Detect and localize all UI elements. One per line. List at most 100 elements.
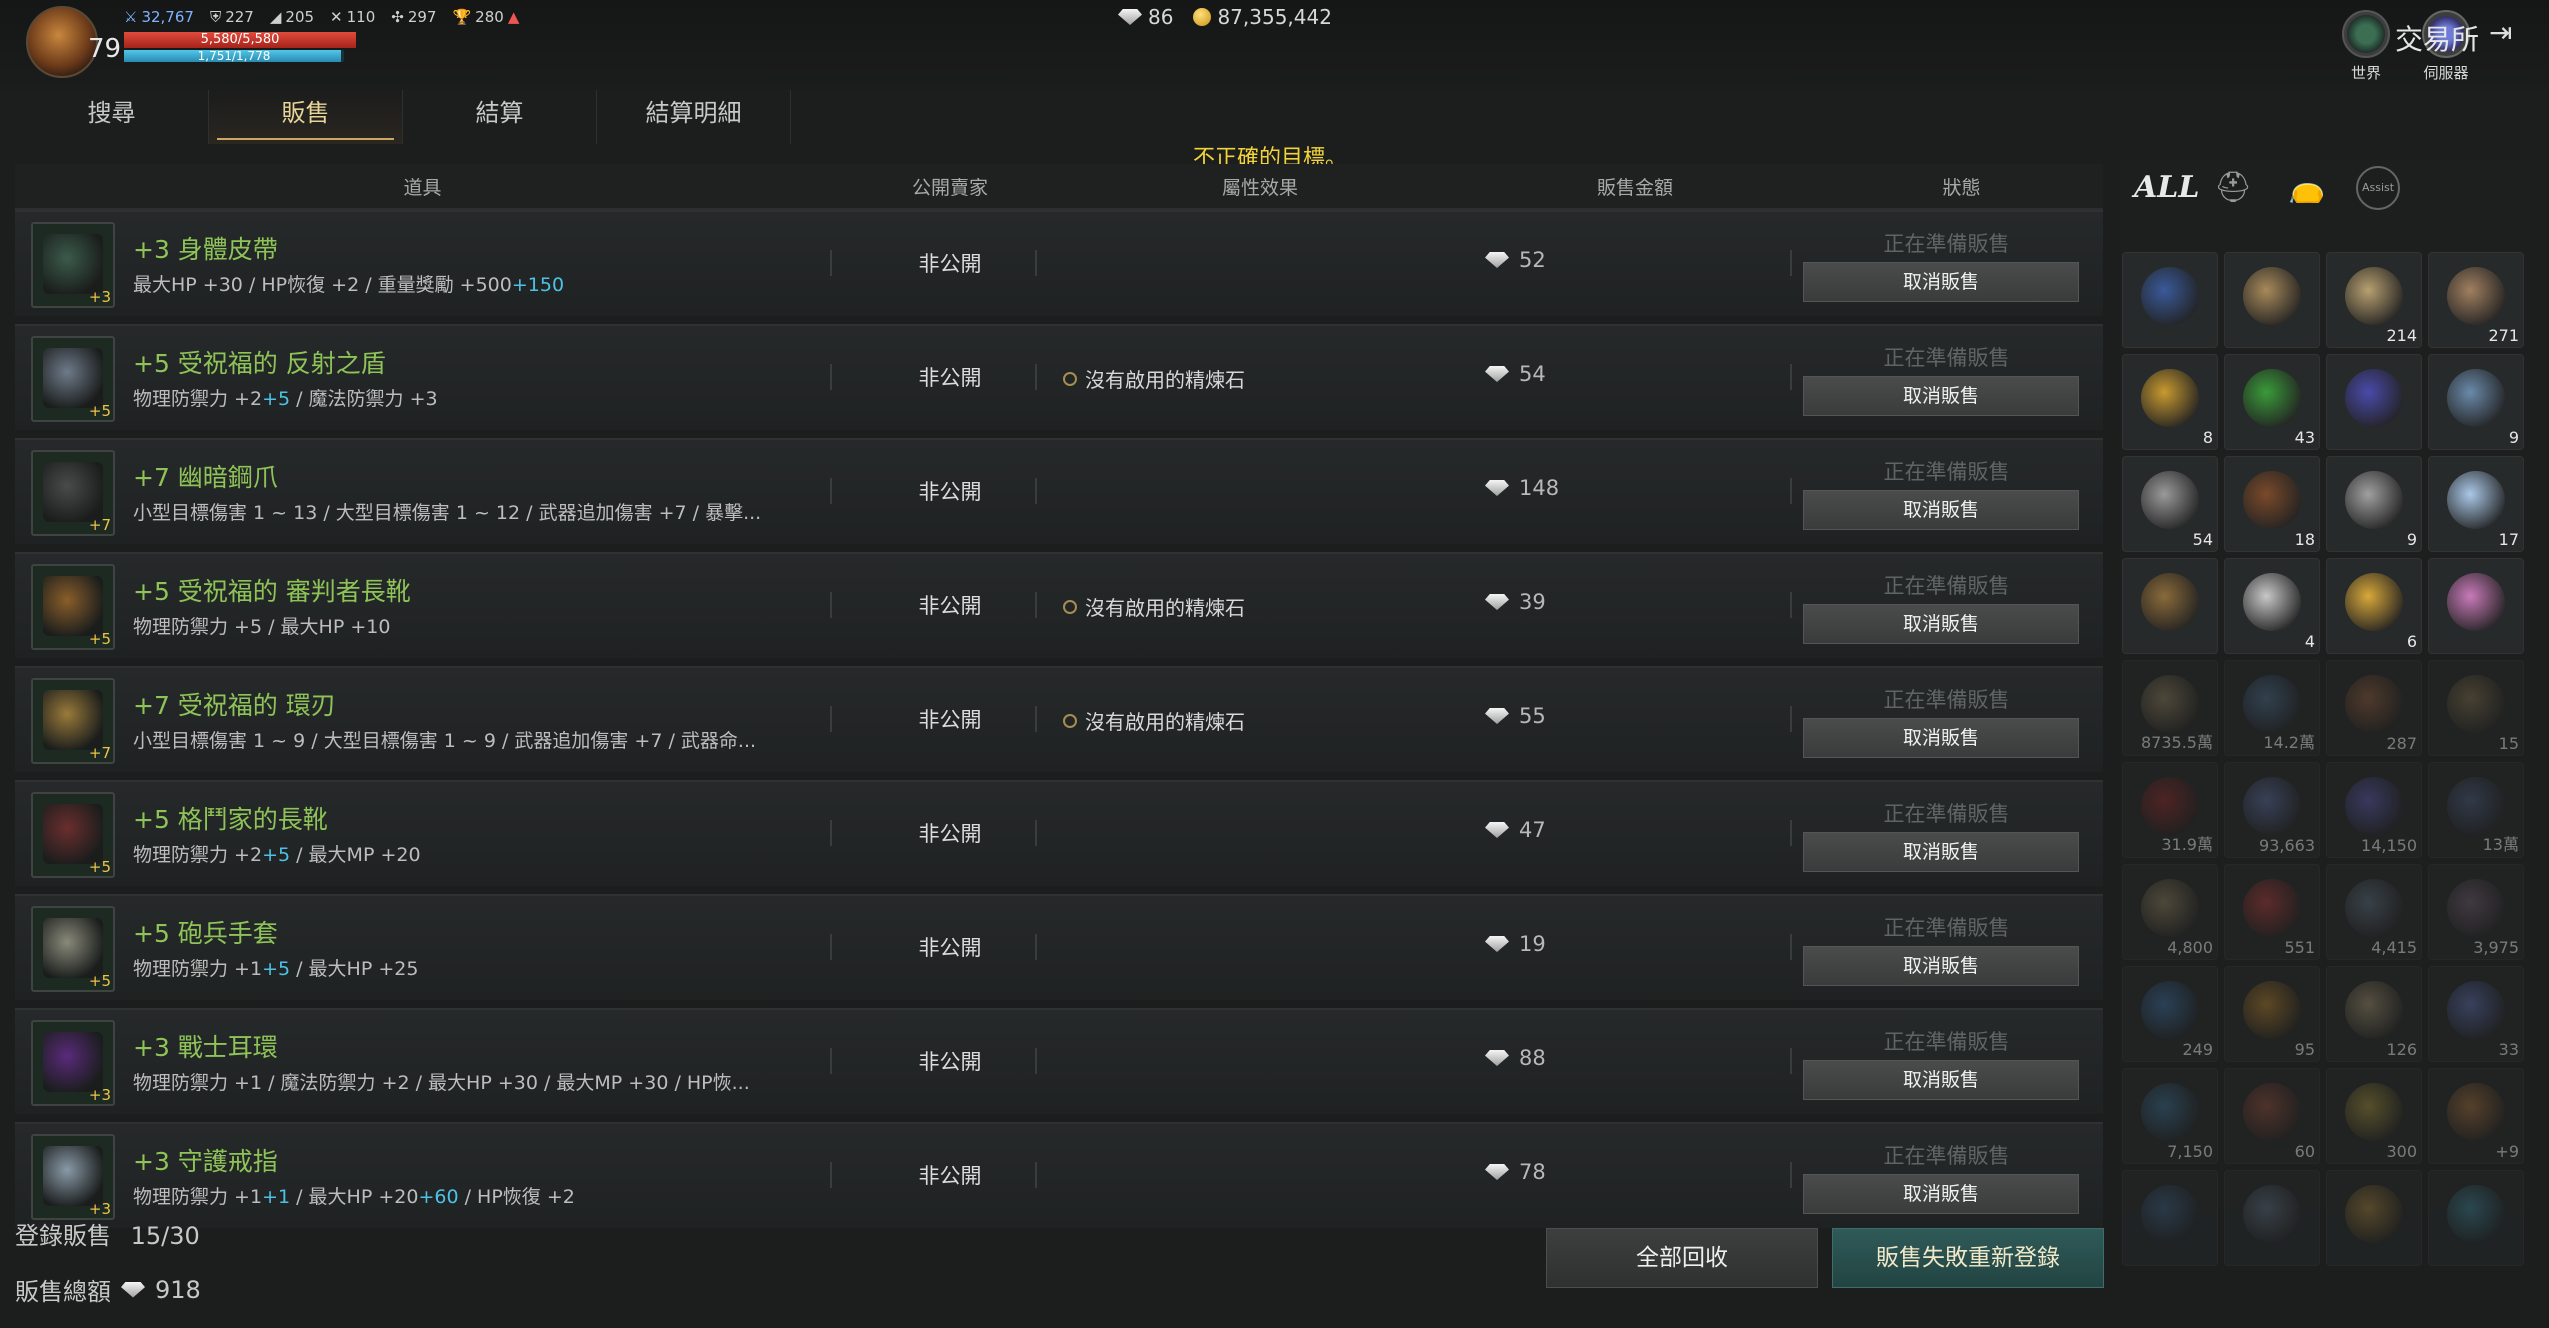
item-icon-box[interactable]: +5 — [31, 336, 115, 422]
item-desc-text: 物理防禦力 +2 — [133, 844, 263, 866]
cancel-sale-button[interactable]: 取消販售 — [1803, 262, 2079, 302]
price-value: 88 — [1519, 1046, 1546, 1070]
inventory-slot[interactable]: 3,975 — [2428, 864, 2524, 960]
item-icon-box[interactable]: +5 — [31, 792, 115, 878]
header-status: 狀態 — [1942, 176, 1981, 199]
inventory-slot[interactable]: 551 — [2224, 864, 2320, 960]
inventory-slot[interactable]: 33 — [2428, 966, 2524, 1062]
table-row[interactable]: +5 +5 格鬥家的長靴 物理防禦力 +2+5 / 最大MP +20 非公開 47 正在準… — [15, 780, 2103, 886]
inventory-slot[interactable] — [2326, 1170, 2422, 1266]
diamond-icon — [1485, 252, 1509, 268]
world-button[interactable]: 世界 — [2331, 10, 2401, 83]
dark-shard-b-icon — [2447, 879, 2505, 937]
inventory-tab-all[interactable]: ALL — [2134, 163, 2199, 213]
item-desc-bonus: +1 — [262, 1186, 291, 1208]
inventory-slot[interactable]: 6 — [2326, 558, 2422, 654]
cancel-sale-button[interactable]: 取消販售 — [1803, 832, 2079, 872]
inventory-slot[interactable] — [2224, 1170, 2320, 1266]
table-row[interactable]: +3 +3 戰士耳環 物理防禦力 +1 / 魔法防禦力 +2 / 最大HP +30 … — [15, 1008, 2103, 1114]
tab-bar: 搜尋 販售 結算 結算明細 — [15, 90, 791, 146]
inventory-slot[interactable]: 4,800 — [2122, 864, 2218, 960]
recall-all-button[interactable]: 全部回收 — [1546, 1228, 1818, 1288]
table-row[interactable]: +5 +5 受祝福的 反射之盾 物理防禦力 +2+5 / 魔法防禦力 +3 非公開 沒有… — [15, 324, 2103, 430]
item-icon-box[interactable]: +5 — [31, 906, 115, 992]
item-icon-box[interactable]: +5 — [31, 564, 115, 650]
tab-settlement[interactable]: 結算 — [403, 90, 597, 144]
total-value: 918 — [155, 1275, 201, 1304]
inventory-slot[interactable]: 60 — [2224, 1068, 2320, 1164]
inventory-slot[interactable] — [2224, 252, 2320, 348]
inventory-slot[interactable] — [2326, 354, 2422, 450]
inventory-slot[interactable]: 4,415 — [2326, 864, 2422, 960]
cancel-sale-button[interactable]: 取消販售 — [1803, 376, 2079, 416]
status-text: 正在準備販售 — [1883, 574, 2010, 598]
table-row[interactable]: +7 +7 幽暗鋼爪 小型目標傷害 1 ~ 13 / 大型目標傷害 1 ~ 12 /… — [15, 438, 2103, 544]
table-row[interactable]: +3 +3 守護戒指 物理防禦力 +1+1 / 最大HP +20+60 / HP恢復… — [15, 1122, 2103, 1228]
tab-sell[interactable]: 販售 — [209, 90, 403, 144]
inventory-slot[interactable]: 214 — [2326, 252, 2422, 348]
inventory-slot[interactable]: 15 — [2428, 660, 2524, 756]
item-icon-box[interactable]: +3 — [31, 1020, 115, 1106]
seller-visibility: 非公開 — [918, 822, 982, 846]
inventory-tab-assist[interactable]: Assist — [2356, 166, 2400, 210]
exit-icon[interactable]: ⇥ — [2489, 18, 2519, 48]
inventory-slot[interactable]: 9 — [2326, 456, 2422, 552]
table-row[interactable]: +5 +5 受祝福的 審判者長靴 物理防禦力 +5 / 最大HP +10 非公開 沒有啟… — [15, 552, 2103, 658]
relist-failed-button[interactable]: 販售失敗重新登錄 — [1832, 1228, 2104, 1288]
item-name: +5 受祝福的 反射之盾 — [133, 349, 386, 378]
inventory-slot[interactable]: 271 — [2428, 252, 2524, 348]
status-text: 正在準備販售 — [1883, 802, 2010, 826]
inventory-slot[interactable]: 17 — [2428, 456, 2524, 552]
inventory-slot[interactable]: 54 — [2122, 456, 2218, 552]
world-icon — [2342, 10, 2390, 58]
inventory-slot[interactable]: 300 — [2326, 1068, 2422, 1164]
inventory-slot[interactable]: 8 — [2122, 354, 2218, 450]
inventory-slot[interactable]: 43 — [2224, 354, 2320, 450]
inventory-slot[interactable]: 126 — [2326, 966, 2422, 1062]
coin-pile-icon — [2141, 675, 2199, 733]
item-icon-box[interactable]: +3 — [31, 1134, 115, 1220]
tab-settlement-details[interactable]: 結算明細 — [597, 90, 791, 144]
inventory-slot[interactable]: 13萬 — [2428, 762, 2524, 858]
inventory-slot[interactable]: 249 — [2122, 966, 2218, 1062]
table-row[interactable]: +7 +7 受祝福的 環刃 小型目標傷害 1 ~ 9 / 大型目標傷害 1 ~ 9 … — [15, 666, 2103, 772]
inventory-slot[interactable]: 31.9萬 — [2122, 762, 2218, 858]
inventory-slot[interactable]: 14.2萬 — [2224, 660, 2320, 756]
inventory-slot[interactable]: 14,150 — [2326, 762, 2422, 858]
cancel-sale-button[interactable]: 取消販售 — [1803, 604, 2079, 644]
cancel-sale-button[interactable]: 取消販售 — [1803, 1060, 2079, 1100]
helmet-icon[interactable]: ⛑ — [2208, 163, 2258, 213]
inventory-slot[interactable] — [2122, 252, 2218, 348]
cancel-sale-button[interactable]: 取消販售 — [1803, 946, 2079, 986]
inventory-slot[interactable] — [2122, 1170, 2218, 1266]
sell-price: 54 — [1485, 362, 1546, 386]
inventory-slot[interactable]: 8735.5萬 — [2122, 660, 2218, 756]
tab-search[interactable]: 搜尋 — [15, 90, 209, 144]
inventory-slot[interactable] — [2122, 558, 2218, 654]
emblem-icon — [2141, 267, 2199, 325]
price-value: 39 — [1519, 590, 1546, 614]
inventory-slot[interactable]: 18 — [2224, 456, 2320, 552]
price-value: 54 — [1519, 362, 1546, 386]
inventory-slot[interactable]: 95 — [2224, 966, 2320, 1062]
inventory-slot[interactable]: +9 — [2428, 1068, 2524, 1164]
cancel-sale-button[interactable]: 取消販售 — [1803, 490, 2079, 530]
inventory-slot[interactable]: 7,150 — [2122, 1068, 2218, 1164]
belt-icon — [43, 234, 103, 294]
inventory-slot[interactable]: 93,663 — [2224, 762, 2320, 858]
inventory-slot[interactable]: 9 — [2428, 354, 2524, 450]
table-row[interactable]: +3 +3 身體皮帶 最大HP +30 / HP恢復 +2 / 重量獎勵 +500+… — [15, 210, 2103, 316]
item-icon-box[interactable]: +7 — [31, 450, 115, 536]
stat-attack-value: 110 — [346, 8, 376, 26]
item-count: 551 — [2284, 938, 2315, 957]
inventory-slot[interactable] — [2428, 1170, 2524, 1266]
cancel-sale-button[interactable]: 取消販售 — [1803, 718, 2079, 758]
table-row[interactable]: +5 +5 砲兵手套 物理防禦力 +1+5 / 最大HP +25 非公開 19 正在準備販… — [15, 894, 2103, 1000]
inventory-slot[interactable]: 4 — [2224, 558, 2320, 654]
item-icon-box[interactable]: +3 — [31, 222, 115, 308]
item-icon-box[interactable]: +7 — [31, 678, 115, 764]
inventory-slot[interactable] — [2428, 558, 2524, 654]
bag-icon[interactable]: 👝 — [2282, 163, 2332, 213]
cancel-sale-button[interactable]: 取消販售 — [1803, 1174, 2079, 1214]
inventory-slot[interactable]: 287 — [2326, 660, 2422, 756]
